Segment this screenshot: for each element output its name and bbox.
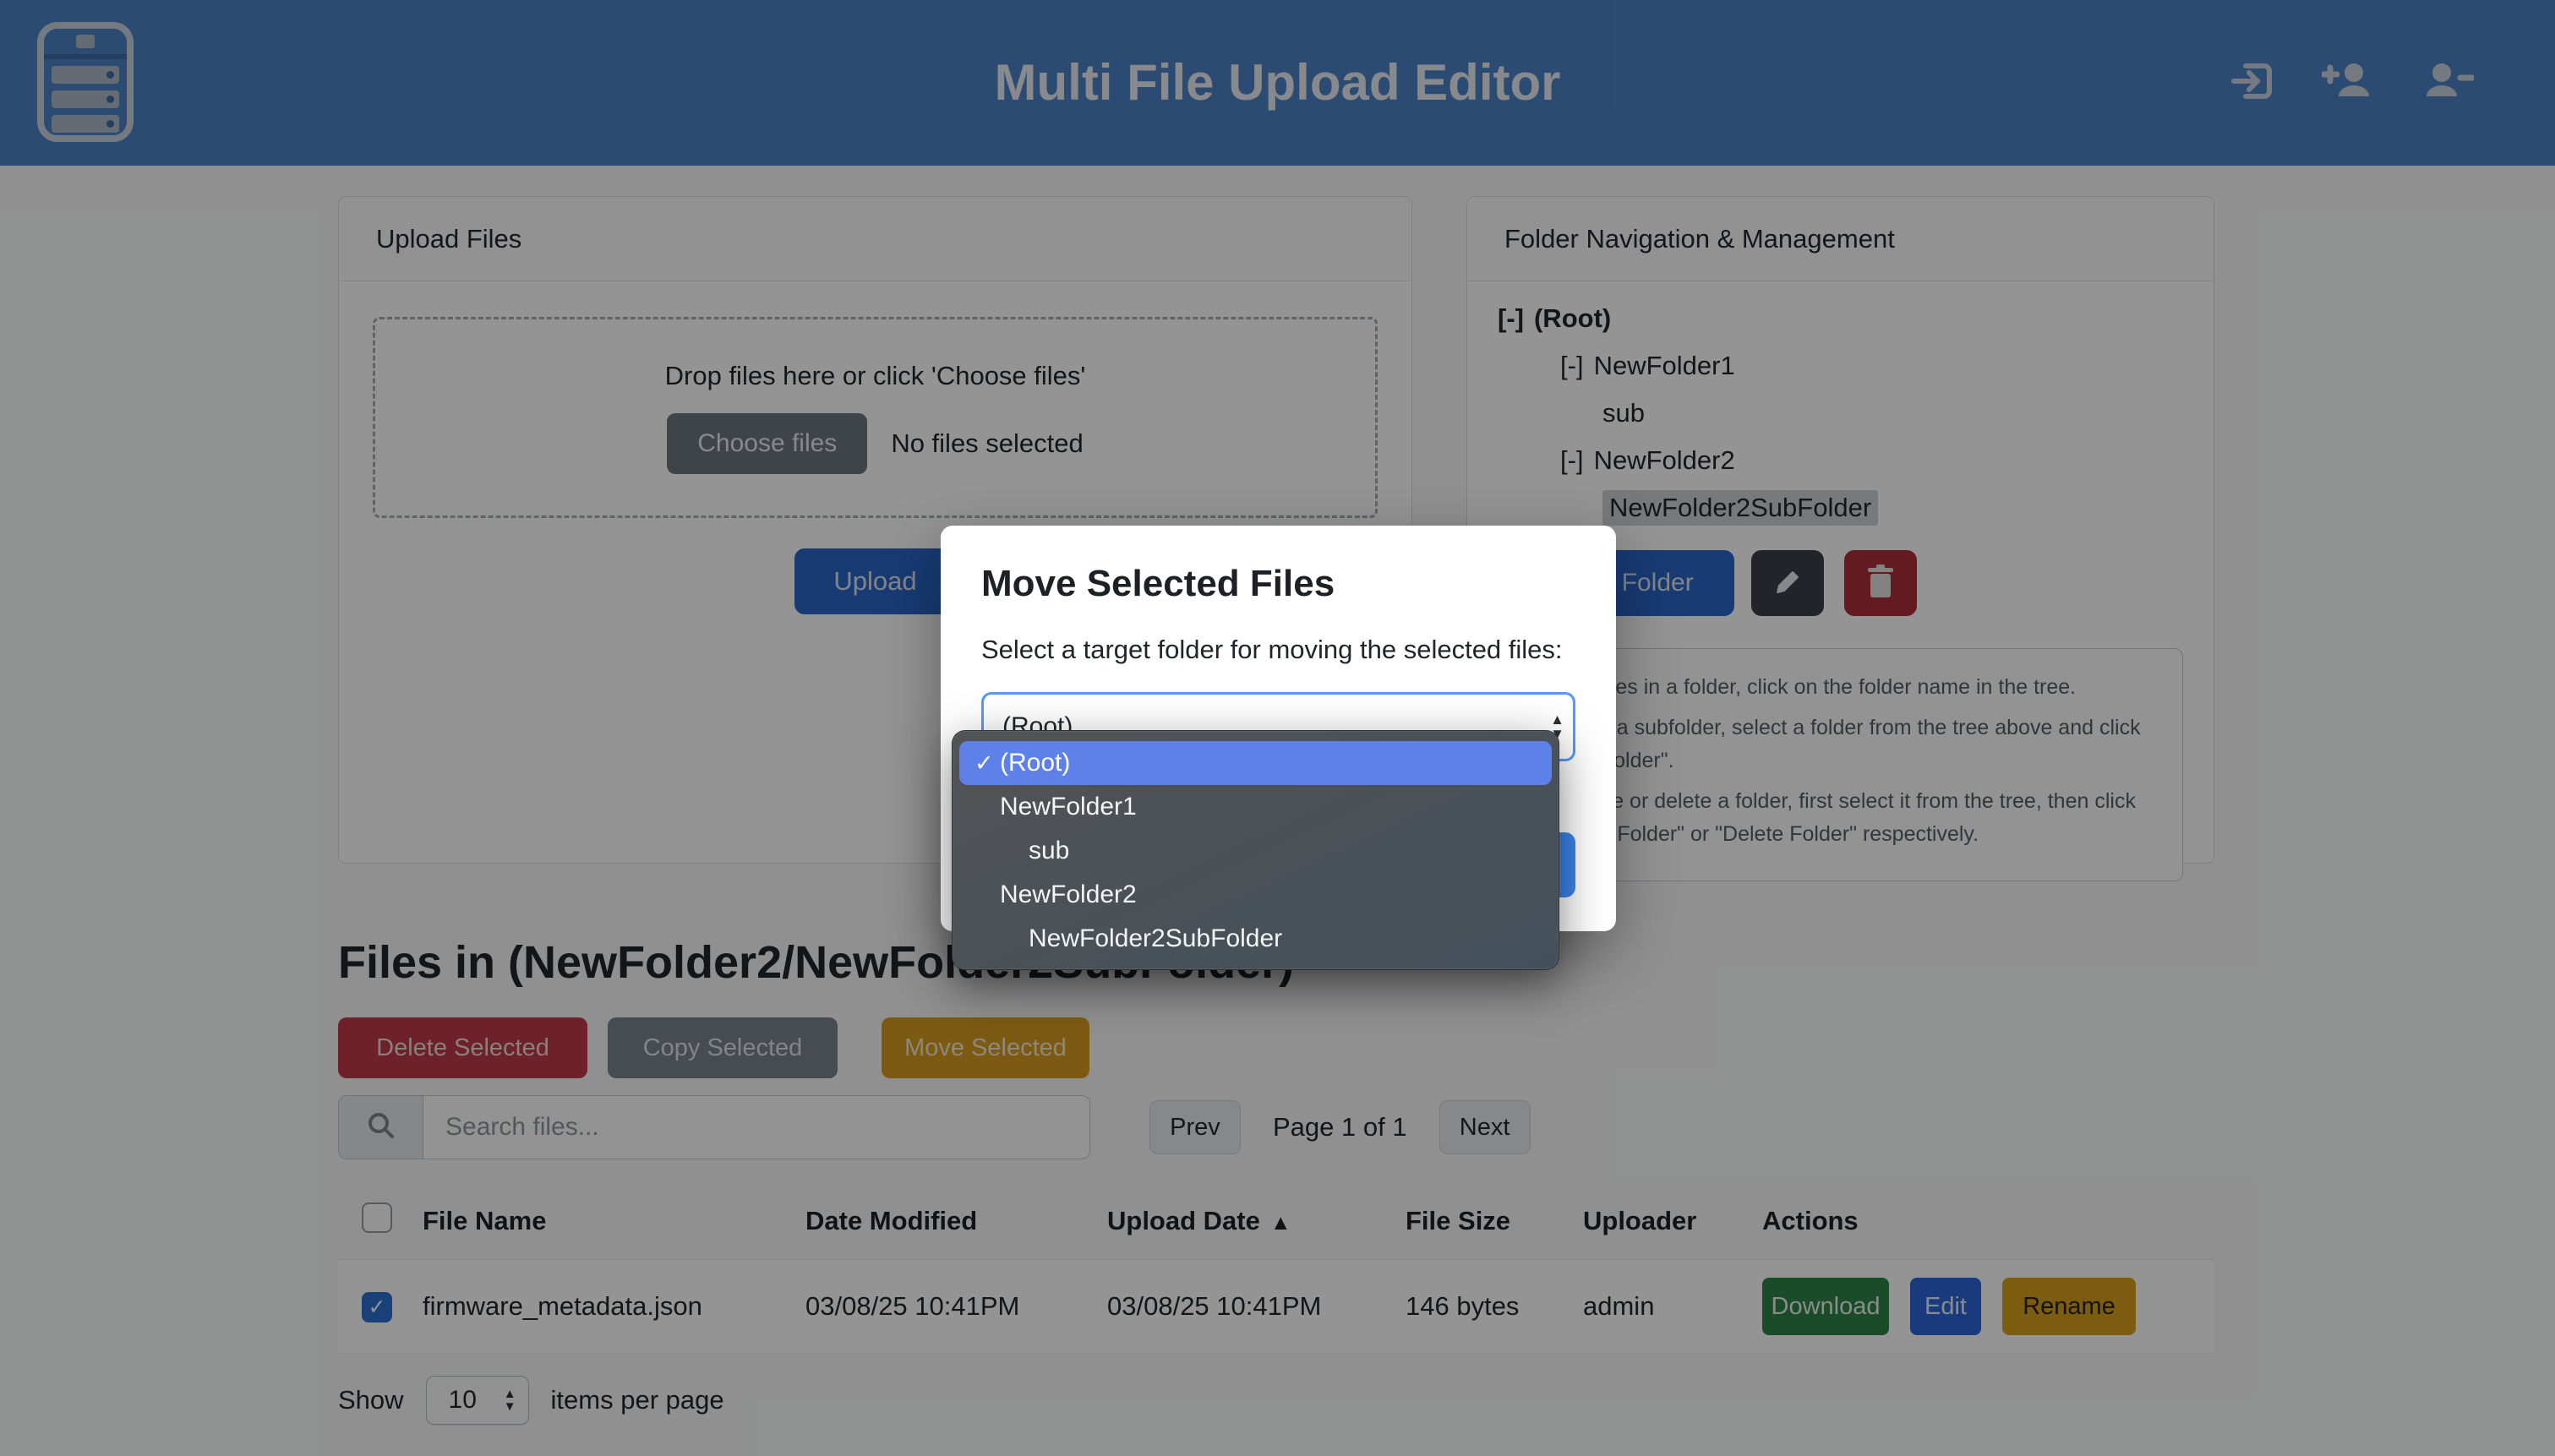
modal-title: Move Selected Files [981,563,1575,605]
dropdown-option-sub[interactable]: sub [959,829,1552,873]
dropdown-option-newfolder1[interactable]: NewFolder1 [959,785,1552,829]
dropdown-option-newfolder2subfolder[interactable]: NewFolder2SubFolder [959,917,1552,961]
dropdown-option-newfolder2[interactable]: NewFolder2 [959,873,1552,917]
modal-description: Select a target folder for moving the se… [981,629,1564,670]
check-icon: ✓ [975,750,1000,777]
folder-dropdown-popup: ✓ (Root) NewFolder1 sub NewFolder2 NewFo… [952,730,1559,970]
dropdown-option-root[interactable]: ✓ (Root) [959,741,1552,785]
